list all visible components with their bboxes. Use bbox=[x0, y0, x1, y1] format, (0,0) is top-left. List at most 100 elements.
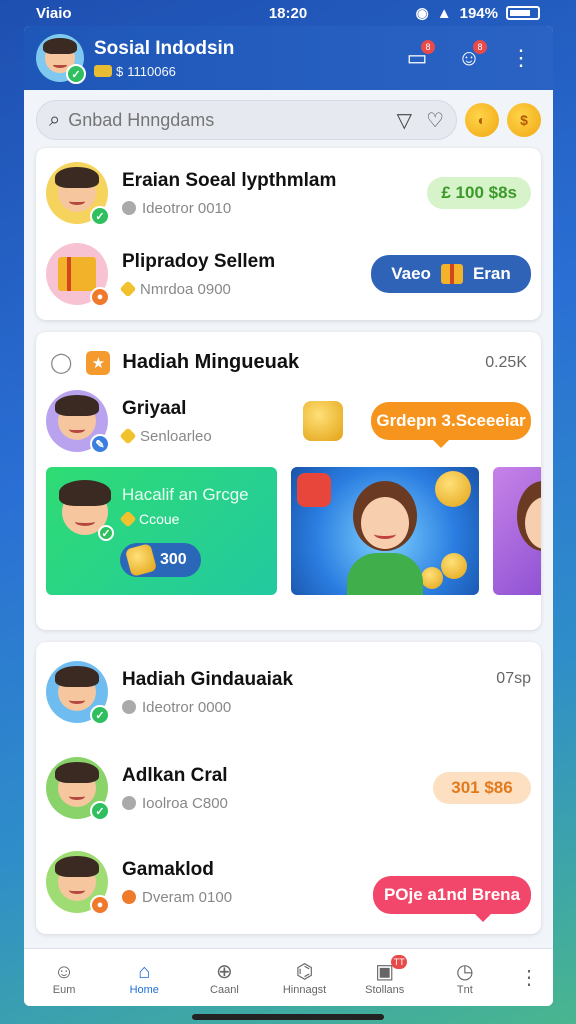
card-count: 07sp bbox=[496, 670, 531, 687]
mic-icon[interactable]: ♡ bbox=[426, 108, 444, 133]
character-illustration bbox=[511, 481, 541, 595]
search-bar: ⌕ ▽ ♡ bbox=[36, 100, 457, 140]
nav-label: Eum bbox=[52, 983, 76, 996]
nav-item-home[interactable]: ⌂ Home bbox=[104, 949, 184, 1006]
people-badge: 8 bbox=[473, 40, 487, 54]
nav-label: Home bbox=[129, 983, 159, 996]
search-input[interactable] bbox=[68, 109, 383, 131]
more-vertical-icon: ⋮ bbox=[518, 966, 539, 989]
list-item[interactable]: ✓ Adlkan Cral Ioolroa C800 301 $86 bbox=[36, 742, 541, 834]
status-time: 18:20 bbox=[268, 4, 308, 22]
send-gift-right-label: Eran bbox=[472, 264, 511, 283]
row-sub: Ideotror 0000 bbox=[142, 698, 232, 716]
row-sub: Dveram 0100 bbox=[142, 888, 233, 906]
coin-icon bbox=[119, 510, 137, 528]
home-indicator[interactable] bbox=[192, 1014, 384, 1020]
reward-pill-label: 100 $8s bbox=[455, 183, 517, 202]
pound-icon: £ bbox=[441, 183, 451, 202]
list-item[interactable]: ✓ Eraian Soeal lypthmlam Ideotror 0010 £… bbox=[36, 148, 541, 232]
section-header: ◯ ★ Hadiah Mingueuak 0.25K bbox=[36, 332, 541, 375]
filter-icon[interactable]: ▽ bbox=[397, 108, 412, 133]
reward-pill[interactable]: 301 $86 bbox=[433, 772, 531, 804]
list-item[interactable]: ● Plipradoy Sellem Nmrdoa 0900 Vaeo Eran bbox=[36, 232, 541, 316]
nav-item-2[interactable]: ⊕ Caanl bbox=[184, 949, 264, 1006]
avatar: ● bbox=[46, 851, 110, 915]
star-icon bbox=[119, 280, 137, 298]
gem-icon bbox=[297, 473, 331, 507]
nav-item-4[interactable]: ▣ TT Stollans bbox=[345, 949, 425, 1006]
section-title: Hadiah Mingueuak bbox=[122, 351, 300, 373]
nav-label: Hinnagst bbox=[282, 983, 327, 996]
flame-icon bbox=[122, 890, 136, 904]
star-icon: ★ bbox=[86, 350, 111, 375]
chat-bubble-icon[interactable]: ▭ 8 bbox=[397, 38, 437, 78]
list-item[interactable]: ● Gamaklod Dveram 0100 POje a1nd Brena bbox=[36, 834, 541, 930]
gift-coin-button[interactable]: $ bbox=[507, 103, 541, 137]
promo-tile-partial[interactable] bbox=[493, 467, 541, 595]
friends-card: ✓ Hadiah Gindauaiak Ideotror 0000 07sp ✓… bbox=[36, 642, 541, 934]
battery-icon bbox=[506, 6, 540, 20]
list-item[interactable]: ✓ Hadiah Gindauaiak Ideotror 0000 07sp bbox=[36, 642, 541, 742]
coin-icon bbox=[441, 553, 467, 579]
nav-item-3[interactable]: ⌬ Hinnagst bbox=[264, 949, 344, 1006]
app-title: Sosial Indodsin bbox=[94, 37, 235, 59]
smile-icon: ☺ bbox=[53, 960, 75, 983]
coin-icon bbox=[94, 65, 112, 77]
app-subtitle: $ 1110066 bbox=[94, 64, 385, 79]
clock-icon: ◷ bbox=[456, 960, 474, 983]
diamond-icon bbox=[119, 427, 137, 445]
edit-icon: ✎ bbox=[90, 434, 110, 454]
character-illustration bbox=[347, 481, 423, 595]
check-icon: ✓ bbox=[98, 525, 114, 541]
reward-pill[interactable]: £ 100 $8s bbox=[427, 177, 531, 209]
home-icon: ⌂ bbox=[138, 960, 151, 983]
avatar: ✓ bbox=[46, 162, 110, 226]
nav-item-0[interactable]: ☺ Eum bbox=[24, 949, 104, 1006]
clock-icon bbox=[122, 201, 136, 215]
tile-title: Hacalif an Grcge bbox=[122, 485, 249, 504]
search-icon[interactable]: ⌕ bbox=[49, 109, 60, 132]
top-card: ✓ Eraian Soeal lypthmlam Ideotror 0010 £… bbox=[36, 148, 541, 320]
gift-icon bbox=[440, 264, 463, 284]
gift-avatar: ● bbox=[46, 243, 110, 307]
coin-button[interactable]: ◐ bbox=[465, 103, 499, 137]
section-count: 0.25K bbox=[485, 353, 527, 371]
treasure-icon bbox=[303, 401, 343, 441]
row-title: Eraian Soeal lypthmlam bbox=[122, 169, 337, 191]
row-title: Plipradoy Sellem bbox=[122, 250, 276, 272]
search-row: ⌕ ▽ ♡ ◐ $ bbox=[24, 90, 553, 148]
comment-icon[interactable]: ◯ bbox=[50, 350, 72, 375]
list-item[interactable]: ✎ Griyaal Senloarleo Grdepn 3.Sceeeiar bbox=[36, 375, 541, 467]
verified-icon: ✓ bbox=[90, 801, 110, 821]
verified-icon: ✓ bbox=[90, 206, 110, 226]
promo-tile[interactable] bbox=[291, 467, 479, 595]
send-gift-button[interactable]: Vaeo Eran bbox=[371, 255, 531, 293]
people-icon[interactable]: ☺ 8 bbox=[449, 38, 489, 78]
store-badge: TT bbox=[391, 955, 408, 969]
coin-icon bbox=[421, 567, 443, 589]
claim-button[interactable]: Grdepn 3.Sceeeiar bbox=[371, 402, 531, 448]
row-title: Adlkan Cral bbox=[122, 764, 228, 786]
avatar: ✓ bbox=[58, 480, 114, 541]
row-sub: Ideotror 0010 bbox=[142, 199, 232, 217]
star-badge-icon bbox=[435, 471, 471, 507]
row-sub: Nmrdoa 0900 bbox=[140, 280, 231, 298]
row-sub: Senloarleo bbox=[140, 427, 212, 445]
verified-icon: ✓ bbox=[90, 705, 110, 725]
profile-avatar[interactable]: ✓ bbox=[36, 34, 86, 84]
gift-tile[interactable]: ✓ Hacalif an Grcge Ccoue 300 bbox=[46, 467, 277, 595]
coin-amount[interactable]: 300 bbox=[120, 543, 201, 577]
fire-icon: ● bbox=[90, 895, 110, 915]
invite-button[interactable]: POje a1nd Brena bbox=[373, 876, 531, 922]
nav-label: Stollans bbox=[365, 983, 405, 996]
chat-badge: 8 bbox=[421, 40, 435, 54]
bottom-nav: ☺ Eum ⌂ Home ⊕ Caanl ⌬ Hinnagst ▣ TT Sto… bbox=[24, 948, 553, 1006]
nav-more[interactable]: ⋮ bbox=[505, 949, 553, 1006]
nav-item-5[interactable]: ◷ Tnt bbox=[425, 949, 505, 1006]
plus-circle-icon: ⊕ bbox=[216, 960, 233, 983]
avatar: ✓ bbox=[46, 757, 110, 821]
more-vertical-icon[interactable]: ⋮ bbox=[501, 38, 541, 78]
gift-carousel: ✓ Hacalif an Grcge Ccoue 300 bbox=[36, 467, 541, 609]
fire-icon: ● bbox=[90, 287, 110, 307]
nav-label: Caanl bbox=[210, 983, 239, 996]
